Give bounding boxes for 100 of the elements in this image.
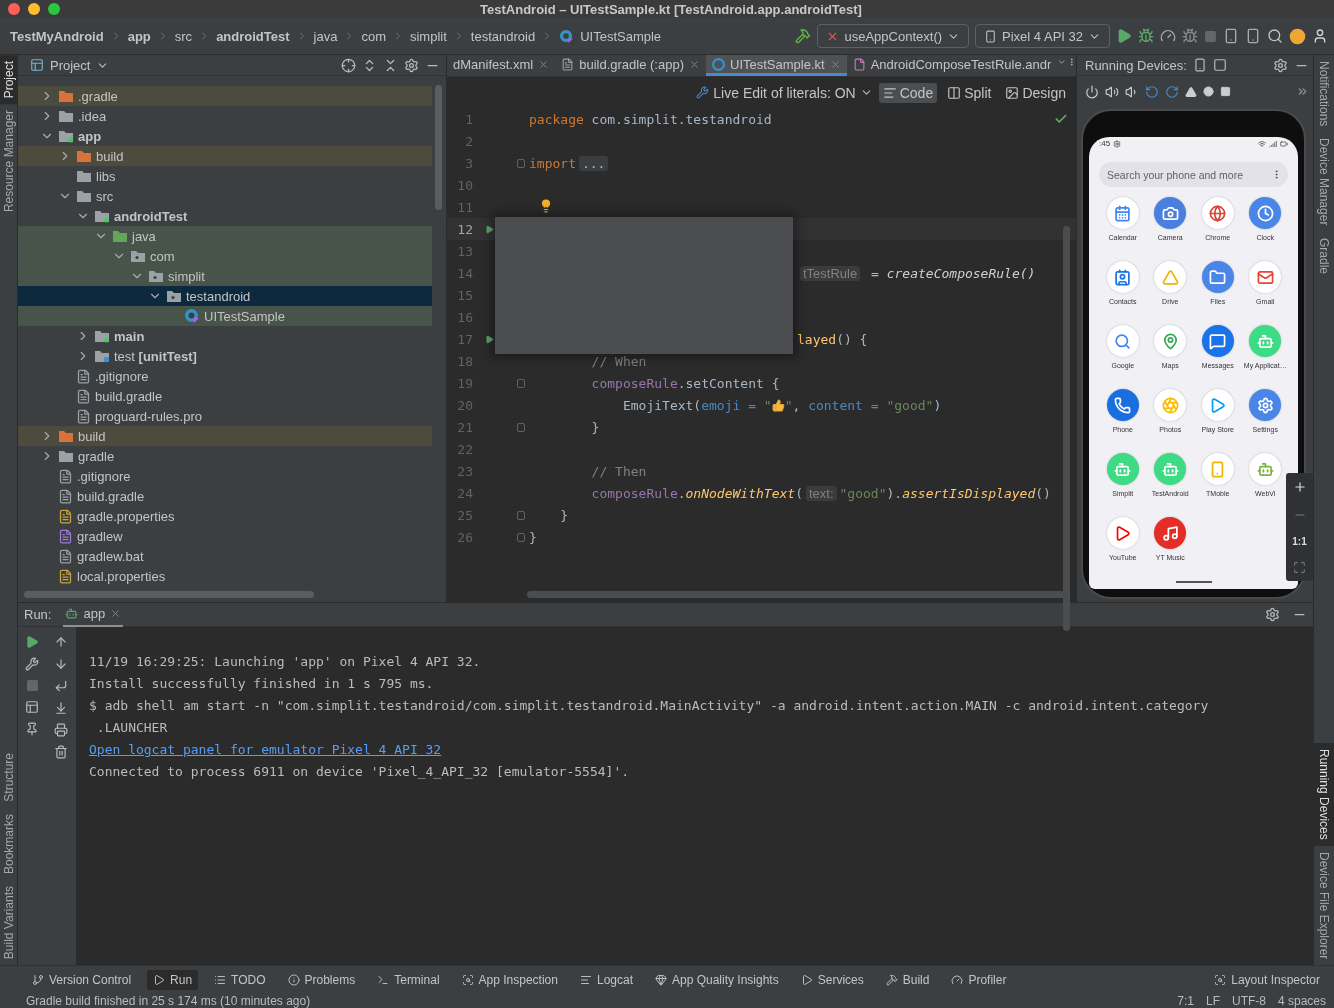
play-icon[interactable] <box>1116 28 1132 44</box>
tool-window-button[interactable]: App Quality Insights <box>649 969 785 990</box>
arrow-down-icon[interactable] <box>54 657 68 671</box>
tree-item[interactable]: app <box>18 126 432 146</box>
tool-window-button[interactable]: App Inspection <box>455 969 564 990</box>
tree-item[interactable]: src <box>18 186 432 206</box>
status-item[interactable]: UTF-8 <box>1231 993 1266 1008</box>
plus-icon[interactable] <box>1292 480 1307 494</box>
tool-window-button[interactable]: Terminal <box>371 969 446 990</box>
tree-item[interactable]: build <box>18 146 432 166</box>
pin-icon[interactable] <box>25 722 39 736</box>
smartphone-icon[interactable] <box>1245 28 1261 44</box>
tool-window-button[interactable]: Build <box>879 969 936 990</box>
tool-window-button[interactable]: Problems <box>281 969 362 990</box>
live-edit-toggle[interactable]: Live Edit of literals: ON <box>696 84 873 101</box>
panel-title[interactable]: Project <box>50 57 91 73</box>
close-window-button[interactable] <box>8 3 20 15</box>
minimize-window-button[interactable] <box>28 3 40 15</box>
tool-window-tab[interactable]: Build Variants <box>0 879 17 965</box>
fold-marker[interactable] <box>517 158 525 168</box>
zoom-window-button[interactable] <box>48 3 60 15</box>
breadcrumb-item[interactable]: testandroid <box>470 28 536 44</box>
window-icon[interactable] <box>1212 58 1227 72</box>
scrollbar[interactable] <box>24 591 314 598</box>
tool-window-button[interactable]: Run <box>147 969 199 990</box>
settings-icon[interactable] <box>1273 57 1288 73</box>
tree-item[interactable]: .gradle <box>18 86 432 106</box>
fold-marker[interactable] <box>517 510 525 520</box>
breadcrumb-item[interactable]: app <box>127 28 151 44</box>
bug-icon[interactable] <box>1138 28 1154 44</box>
breadcrumb-item[interactable]: com <box>361 28 386 44</box>
tool-window-tab[interactable]: Project <box>0 55 17 105</box>
smartphone-icon[interactable] <box>1192 58 1207 72</box>
breadcrumb-item[interactable]: androidTest <box>216 28 290 44</box>
run-tab[interactable]: app <box>63 602 124 627</box>
breadcrumb-item[interactable]: TestMyAndroid <box>10 28 104 44</box>
tree-item[interactable]: UITestSample <box>18 306 432 326</box>
tree-item[interactable]: .idea <box>18 106 432 126</box>
view-mode-button[interactable]: Design <box>1001 82 1070 103</box>
arrow-up-icon[interactable] <box>54 635 68 649</box>
search-icon[interactable] <box>1267 28 1283 44</box>
scrollbar[interactable] <box>1063 226 1070 631</box>
tool-window-tab[interactable]: Gradle <box>1314 231 1334 280</box>
console-link[interactable]: Open logcat panel for emulator Pixel 4 API 32 <box>89 739 442 761</box>
tree-item[interactable]: com <box>18 246 432 266</box>
fold-marker[interactable] <box>517 532 525 542</box>
tool-window-tab[interactable]: Device File Explorer <box>1314 845 1334 965</box>
back-icon[interactable] <box>1185 85 1197 98</box>
fold-marker[interactable] <box>517 422 525 432</box>
scrollbar[interactable] <box>435 85 442 210</box>
tree-item[interactable]: java <box>18 226 432 246</box>
locate-icon[interactable] <box>341 57 356 73</box>
tool-window-button[interactable]: Profiler <box>945 969 1013 990</box>
avatar-icon[interactable] <box>1312 28 1328 44</box>
tool-window-tab[interactable]: Structure <box>0 747 17 808</box>
view-mode-button[interactable]: Code <box>878 82 938 103</box>
editor-tab[interactable]: build.gradle (:app) <box>555 55 706 76</box>
run-configuration-dropdown[interactable]: useAppContext() <box>817 24 970 48</box>
run-icon[interactable] <box>485 334 494 344</box>
lightbulb-icon[interactable] <box>539 198 553 213</box>
tree-item[interactable]: test [unitTest] <box>18 346 432 366</box>
tree-item[interactable]: testandroid <box>18 286 432 306</box>
tree-item[interactable]: simplit <box>18 266 432 286</box>
tree-item[interactable]: proguard-rules.pro <box>18 406 432 426</box>
tool-window-tab[interactable]: Notifications <box>1314 55 1334 133</box>
tree-item[interactable]: build.gradle <box>18 386 432 406</box>
tree-item[interactable]: androidTest <box>18 206 432 226</box>
fit-icon[interactable] <box>1293 561 1306 574</box>
tool-window-button[interactable]: Version Control <box>26 969 138 990</box>
volume-up-icon[interactable] <box>1105 84 1119 99</box>
tree-item[interactable]: build <box>18 426 432 446</box>
power-icon[interactable] <box>1085 84 1099 99</box>
tree-item[interactable]: .gitignore <box>18 366 432 386</box>
rotate-right-icon[interactable] <box>1165 84 1179 99</box>
status-item[interactable]: 7:1 <box>1177 993 1194 1008</box>
overview-icon[interactable] <box>1220 86 1231 97</box>
wrench-icon[interactable] <box>25 657 39 671</box>
actual-size-button[interactable]: 1:1 <box>1292 536 1307 547</box>
search-field[interactable]: Search your phone and more <box>1099 162 1288 188</box>
editor-tab[interactable]: dManifest.xml <box>447 55 556 76</box>
tool-window-tab[interactable]: Running Devices <box>1314 742 1334 846</box>
tree-item[interactable]: gradle.properties <box>18 506 432 526</box>
breadcrumb-item[interactable]: src <box>174 28 193 44</box>
tree-item[interactable]: gradlew <box>18 526 432 546</box>
tree-item[interactable]: build.gradle <box>18 486 432 506</box>
breadcrumb-item[interactable]: java <box>313 28 338 44</box>
tool-window-tab[interactable]: Bookmarks <box>0 807 17 880</box>
status-item[interactable]: LF <box>1205 993 1220 1008</box>
tool-window-button[interactable]: Layout Inspector <box>1208 969 1326 990</box>
update-icon[interactable] <box>1289 27 1306 45</box>
tool-window-button[interactable]: TODO <box>208 969 272 990</box>
editor-tab[interactable]: UITestSample.kt <box>706 55 847 76</box>
settings-icon[interactable] <box>1265 607 1280 622</box>
tree-item[interactable]: gradle <box>18 446 432 466</box>
home-icon[interactable] <box>1203 86 1214 97</box>
gauge-icon[interactable] <box>1160 28 1176 44</box>
device-dropdown[interactable]: Pixel 4 API 32 <box>975 24 1110 48</box>
status-item[interactable]: 4 spaces <box>1277 993 1326 1008</box>
rotate-left-icon[interactable] <box>1145 84 1159 99</box>
view-mode-button[interactable]: Split <box>943 82 996 103</box>
